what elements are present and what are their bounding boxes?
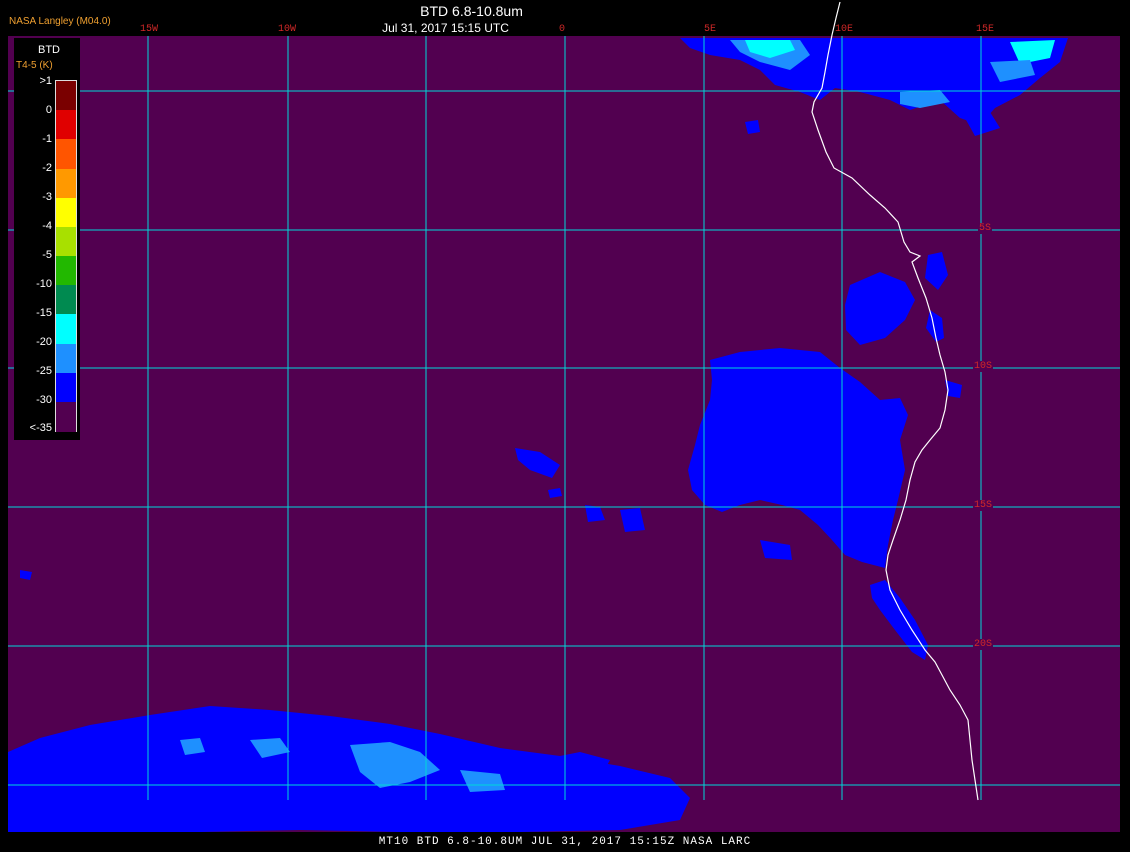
legend-swatch: [56, 401, 76, 432]
legend-swatch: [56, 285, 76, 316]
lon-label-15w: 15W: [140, 24, 159, 35]
legend-colorbar: [55, 80, 77, 432]
legend-swatch: [56, 256, 76, 286]
legend-label: -5: [42, 249, 52, 261]
legend-title: BTD: [38, 44, 60, 56]
lat-label-15s: 15S: [973, 500, 994, 511]
legend-swatch: [56, 314, 76, 345]
legend-swatch: [56, 343, 76, 374]
legend-swatch: [56, 139, 76, 170]
lat-label-10s: 10S: [973, 361, 994, 372]
lat-label-20s: 20S: [973, 639, 994, 650]
legend-label: -30: [36, 394, 52, 406]
timestamp: Jul 31, 2017 15:15 UTC: [382, 21, 509, 35]
legend-label: -4: [42, 220, 52, 232]
legend-label: -20: [36, 336, 52, 348]
product-title: BTD 6.8-10.8um: [420, 3, 523, 19]
legend-swatch: [56, 110, 76, 141]
legend-label: -10: [36, 278, 52, 290]
legend-subtitle: T4-5 (K): [16, 60, 53, 71]
legend-swatch: [56, 226, 76, 257]
legend-swatch: [56, 372, 76, 403]
legend-swatch: [56, 81, 76, 111]
btd-map: [8, 1, 1120, 832]
legend-swatch: [56, 168, 76, 199]
legend-label: -15: [36, 307, 52, 319]
legend-swatch: [56, 197, 76, 228]
lon-label-10w: 10W: [278, 24, 297, 35]
legend-label: -25: [36, 365, 52, 377]
footer-caption: MT10 BTD 6.8-10.8UM JUL 31, 2017 15:15Z …: [0, 832, 1130, 850]
color-legend: BTD T4-5 (K) >1 0 -1 -2 -3 -4 -5 -10 -15…: [14, 38, 80, 440]
legend-label: -3: [42, 191, 52, 203]
lon-label-0: 0: [559, 24, 566, 35]
lon-label-5e: 5E: [704, 24, 717, 35]
lon-label-10e: 10E: [835, 24, 854, 35]
legend-label: -1: [42, 133, 52, 145]
lon-label-15e: 15E: [976, 24, 995, 35]
lat-label-5s: 5S: [978, 223, 993, 234]
legend-label: <-35: [29, 422, 52, 434]
legend-label: >1: [39, 75, 52, 87]
legend-label: 0: [45, 104, 52, 116]
legend-label: -2: [42, 162, 52, 174]
